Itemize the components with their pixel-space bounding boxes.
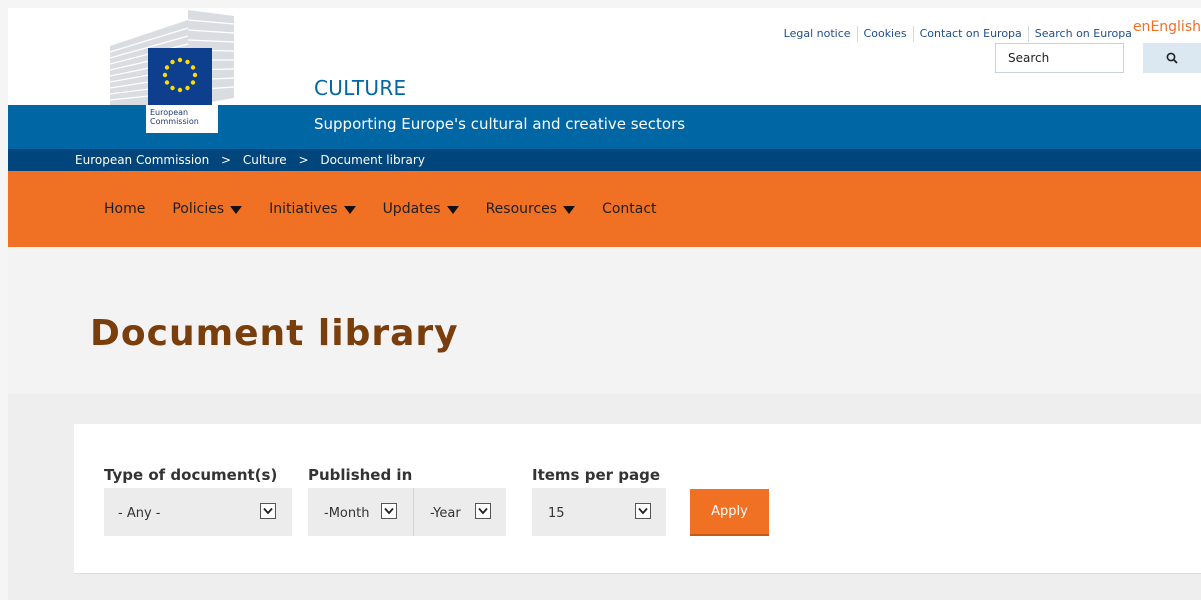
- nav-resources-label: Resources: [485, 201, 558, 217]
- caret-down-icon: [343, 205, 356, 214]
- site-tagline: Supporting Europe's cultural and creativ…: [314, 115, 686, 133]
- nav-policies-label: Policies: [172, 201, 225, 217]
- type-of-document-label: Type of document(s): [104, 466, 278, 484]
- language-label: English: [1150, 19, 1201, 35]
- breadcrumb-european-commission[interactable]: European Commission: [75, 153, 209, 167]
- nav-policies[interactable]: Policies: [172, 201, 243, 217]
- nav-initiatives-label: Initiatives: [269, 201, 338, 217]
- caret-down-icon: [230, 205, 243, 214]
- breadcrumb-separator: >: [298, 153, 309, 167]
- nav-initiatives[interactable]: Initiatives: [269, 201, 356, 217]
- breadcrumb: European Commission > Culture > Document…: [8, 149, 1201, 171]
- logo-caption-overlay: European Commission: [146, 105, 218, 133]
- header: European Commission Legal notice Cookies…: [8, 8, 1201, 135]
- year-select[interactable]: -Year: [413, 488, 506, 536]
- chevron-down-icon: [381, 503, 397, 519]
- search-icon: [1166, 52, 1178, 64]
- nav-updates-label: Updates: [382, 201, 441, 217]
- type-of-document-select[interactable]: - Any -: [104, 488, 292, 536]
- month-value: -Month: [324, 506, 370, 521]
- logo-caption-overlay-line2: Commission: [150, 117, 199, 126]
- year-value: -Year: [430, 506, 461, 521]
- utility-links: Legal notice Cookies Contact on Europa S…: [778, 20, 1201, 42]
- chevron-down-icon: [635, 503, 651, 519]
- breadcrumb-separator: >: [221, 153, 232, 167]
- search-input[interactable]: Search: [995, 43, 1124, 73]
- cookies-link[interactable]: Cookies: [856, 26, 913, 42]
- caret-down-icon: [446, 205, 459, 214]
- breadcrumb-current: Document library: [320, 153, 425, 167]
- filter-form: Type of document(s) Published in Items p…: [74, 424, 1201, 574]
- chevron-down-icon: [260, 503, 276, 519]
- type-of-document-value: - Any -: [118, 506, 161, 521]
- nav-updates[interactable]: Updates: [383, 201, 459, 217]
- page-header: Document library: [8, 247, 1201, 394]
- items-per-page-label: Items per page: [532, 466, 661, 484]
- breadcrumb-culture[interactable]: Culture: [243, 153, 287, 167]
- nav-contact-label: Contact: [602, 201, 657, 217]
- language-selector[interactable]: enEnglish: [1132, 20, 1201, 34]
- nav-home-label: Home: [104, 201, 146, 217]
- month-select[interactable]: -Month: [308, 488, 413, 536]
- chevron-down-icon: [475, 503, 491, 519]
- main-navigation: Home Policies Initiatives Updates Resour…: [8, 171, 1201, 247]
- legal-notice-link[interactable]: Legal notice: [778, 26, 857, 42]
- contact-europa-link[interactable]: Contact on Europa: [912, 26, 1028, 42]
- caret-down-icon: [563, 205, 576, 214]
- logo-caption-overlay-line1: European: [150, 108, 189, 117]
- items-per-page-value: 15: [548, 506, 565, 521]
- apply-button[interactable]: Apply: [690, 489, 769, 536]
- items-per-page-select[interactable]: 15: [532, 488, 666, 536]
- language-code: en: [1132, 19, 1151, 35]
- nav-resources[interactable]: Resources: [486, 201, 576, 217]
- search-europa-link[interactable]: Search on Europa: [1027, 26, 1132, 42]
- nav-contact[interactable]: Contact: [602, 201, 656, 217]
- site-title[interactable]: CULTURE: [314, 76, 406, 100]
- nav-home[interactable]: Home: [104, 201, 145, 217]
- page-title: Document library: [90, 313, 459, 354]
- published-in-label: Published in: [308, 466, 413, 484]
- search-button[interactable]: [1143, 43, 1201, 73]
- eu-flag-icon: [148, 48, 212, 105]
